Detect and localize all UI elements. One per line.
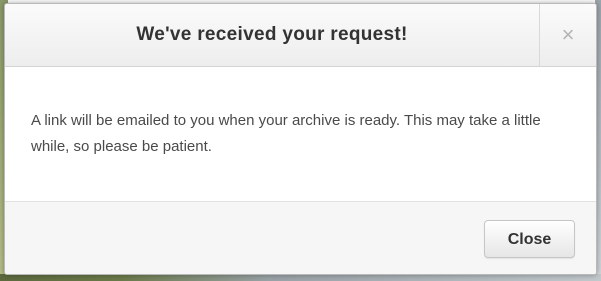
backdrop-bottom [0,274,601,281]
dialog-body: A link will be emailed to you when your … [5,67,596,201]
dialog-message: A link will be emailed to you when your … [31,112,541,155]
dialog-title: We've received your request! [136,24,408,45]
dialog-header: We've received your request! × [5,4,596,67]
close-button[interactable]: Close [484,220,575,258]
modal-dialog: We've received your request! × A link wi… [4,3,597,275]
dialog-footer: Close [5,201,596,274]
close-icon[interactable]: × [539,4,596,66]
